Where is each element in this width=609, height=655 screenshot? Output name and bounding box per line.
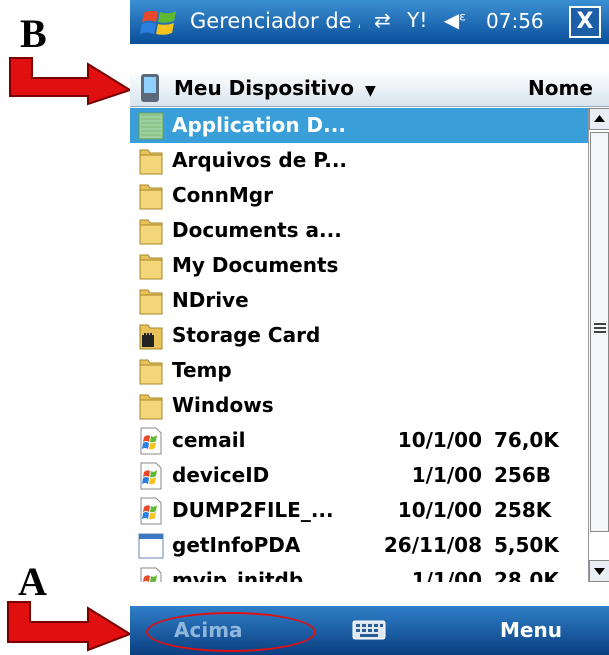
file-row[interactable]: DUMP2FILE_... 10/1/00 258K [130, 493, 588, 528]
device-screen: Gerenciador de Arquivos ⇄ Y! ◀ᵋ 07:56 X … [130, 0, 609, 655]
file-name: Arquivos de P... [172, 148, 348, 172]
program-icon [138, 461, 164, 495]
file-size: 256B [494, 463, 551, 487]
folder-icon [138, 181, 164, 215]
program-icon [138, 496, 164, 530]
program-icon [138, 426, 164, 460]
file-row[interactable]: Temp [130, 353, 588, 388]
file-date: 1/1/00 [411, 568, 482, 582]
program-icon [138, 566, 164, 582]
clock[interactable]: 07:56 [486, 9, 544, 33]
volume-icon[interactable]: ◀ᵋ [444, 8, 467, 32]
file-name: cemail [172, 428, 246, 452]
keyboard-icon[interactable] [352, 618, 386, 642]
file-row[interactable]: getInfoPDA 26/11/08 5,50K [130, 528, 588, 563]
callout-letter-b: B [20, 11, 47, 56]
file-row[interactable]: mvip_initdb 1/1/00 28,0K [130, 563, 588, 582]
file-date: 10/1/00 [397, 428, 482, 452]
close-button[interactable]: X [569, 6, 601, 38]
callout-arrow-b [9, 57, 133, 106]
device-icon [141, 74, 159, 102]
location-bar: Meu Dispositivo ▼ Nome ▼ [130, 70, 609, 123]
file-name: My Documents [172, 253, 339, 277]
file-name: Temp [172, 358, 232, 382]
file-row[interactable]: Application D... [130, 108, 588, 143]
file-name: Windows [172, 393, 274, 417]
file-row[interactable]: Windows [130, 388, 588, 423]
storage-card-icon [138, 321, 164, 355]
file-date: 10/1/00 [397, 498, 482, 522]
title-bar: Gerenciador de Arquivos ⇄ Y! ◀ᵋ 07:56 X [130, 0, 609, 44]
file-date: 1/1/00 [411, 463, 482, 487]
file-list: Application D... Arquivos de P... ConnMgr D… [130, 108, 588, 582]
scroll-thumb[interactable] [590, 132, 609, 532]
scroll-down-button[interactable] [589, 560, 609, 582]
callout-arrow-a [7, 601, 133, 652]
arrow-up-icon [594, 115, 605, 122]
file-row[interactable]: Documents a... [130, 213, 588, 248]
scrollbar[interactable] [588, 108, 609, 582]
file-row[interactable]: My Documents [130, 248, 588, 283]
arrow-down-icon [594, 568, 605, 575]
file-row[interactable]: cemail 10/1/00 76,0K [130, 423, 588, 458]
file-name: mvip_initdb [172, 568, 304, 582]
chevron-down-icon: ▼ [365, 83, 376, 99]
file-name: Storage Card [172, 323, 321, 347]
menu-softkey[interactable]: Menu [500, 618, 562, 642]
file-name: DUMP2FILE_... [172, 498, 334, 522]
location-label: Meu Dispositivo [174, 76, 355, 100]
file-size: 258K [494, 498, 552, 522]
folder-icon [138, 146, 164, 180]
file-row[interactable]: Arquivos de P... [130, 143, 588, 178]
highlight-ellipse [146, 612, 316, 652]
signal-icon[interactable]: Y! [407, 8, 427, 32]
file-name: Application D... [172, 113, 346, 137]
scroll-up-button[interactable] [589, 108, 609, 130]
folder-icon [138, 286, 164, 320]
window-title: Gerenciador de Arquivos [190, 9, 360, 33]
callout-letter-a: A [18, 559, 47, 604]
file-size: 76,0K [494, 428, 559, 452]
file-row[interactable]: Storage Card [130, 318, 588, 353]
file-date: 26/11/08 [383, 533, 482, 557]
sort-label: Nome [528, 76, 593, 100]
file-row[interactable]: ConnMgr [130, 178, 588, 213]
file-row[interactable]: NDrive [130, 283, 588, 318]
application-icon [138, 531, 164, 565]
file-name: Documents a... [172, 218, 342, 242]
location-dropdown[interactable]: Meu Dispositivo ▼ [174, 76, 376, 100]
file-size: 28,0K [494, 568, 559, 582]
file-row[interactable]: deviceID 1/1/00 256B [130, 458, 588, 493]
folder-icon [138, 356, 164, 390]
status-icons: ⇄ Y! ◀ᵋ [374, 8, 466, 32]
folder-icon [138, 111, 164, 145]
file-name: getInfoPDA [172, 533, 301, 557]
file-name: ConnMgr [172, 183, 273, 207]
folder-icon [138, 391, 164, 425]
file-size: 5,50K [494, 533, 559, 557]
folder-icon [138, 216, 164, 250]
file-name: deviceID [172, 463, 270, 487]
file-name: NDrive [172, 288, 249, 312]
connectivity-icon[interactable]: ⇄ [374, 8, 391, 32]
windows-start-icon[interactable] [140, 7, 180, 39]
folder-icon [138, 251, 164, 285]
